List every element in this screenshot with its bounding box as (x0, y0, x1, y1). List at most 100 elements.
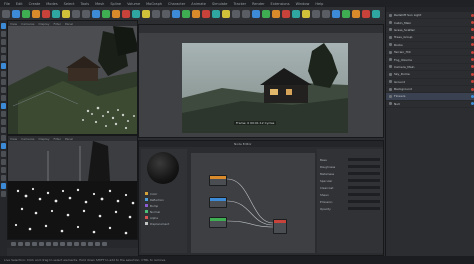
mode-tool-icon[interactable] (1, 167, 6, 173)
mode-tool-icon[interactable] (1, 79, 6, 85)
toolbar-tool-icon[interactable] (172, 9, 180, 18)
menu-item[interactable]: Animate (191, 2, 206, 6)
menu-item[interactable]: MoGraph (146, 2, 162, 6)
toolbar-tool-icon[interactable] (332, 9, 340, 18)
mode-tool-icon[interactable] (1, 47, 6, 53)
mode-tool-icon[interactable] (1, 143, 6, 149)
toolbar-tool-icon[interactable] (122, 9, 130, 18)
material-channel[interactable]: Alpha (145, 215, 183, 220)
mode-tool-icon[interactable] (1, 151, 6, 157)
menu-item[interactable]: Modes (46, 2, 57, 6)
toolbar-tool-icon[interactable] (112, 9, 120, 18)
playback-button[interactable] (88, 242, 93, 246)
menu-item[interactable]: Extensions (271, 2, 290, 6)
attribute-row[interactable]: Specular (320, 178, 380, 183)
object-row[interactable]: Rocks (386, 42, 474, 49)
mode-tool-icon[interactable] (1, 39, 6, 45)
toolbar-tool-icon[interactable] (142, 9, 150, 18)
toolbar-tool-icon[interactable] (272, 9, 280, 18)
attribute-row[interactable]: Emission (320, 199, 380, 204)
attribute-field[interactable] (348, 185, 380, 190)
playback-button[interactable] (11, 242, 16, 246)
toolbar-tool-icon[interactable] (192, 9, 200, 18)
toolbar-tool-icon[interactable] (282, 9, 290, 18)
toolbar-tool-icon[interactable] (372, 9, 380, 18)
attribute-row[interactable]: Roughness (320, 164, 380, 169)
playback-button[interactable] (25, 242, 30, 246)
texture-node[interactable] (209, 175, 227, 186)
mode-tool-icon[interactable] (1, 71, 6, 77)
toolbar-tool-icon[interactable] (292, 9, 300, 18)
material-output-node[interactable] (273, 219, 287, 234)
mode-tool-icon[interactable] (1, 23, 6, 29)
toolbar-tool-icon[interactable] (242, 9, 250, 18)
object-row[interactable]: Grass_Scatter (386, 27, 474, 35)
object-row[interactable]: Terrain_Hill (386, 49, 474, 57)
toolbar-tool-icon[interactable] (32, 9, 40, 18)
object-row[interactable]: Redshift Sun Light (386, 12, 474, 20)
texture-node[interactable] (209, 217, 227, 228)
toolbar-tool-icon[interactable] (52, 9, 60, 18)
render-viewer[interactable]: Frame: 0 00:01:12 Cycles (138, 24, 384, 138)
texture-node[interactable] (209, 197, 227, 208)
attribute-field[interactable] (348, 157, 380, 162)
material-channel[interactable]: Displacement (145, 221, 183, 226)
attribute-row[interactable]: Base (320, 157, 380, 162)
mode-tool-icon[interactable] (1, 63, 6, 69)
toolbar-tool-icon[interactable] (252, 9, 260, 18)
object-row[interactable]: Camera_Main (386, 64, 474, 72)
toolbar-tool-icon[interactable] (302, 9, 310, 18)
menu-item[interactable]: Tracker (233, 2, 246, 6)
menu-item[interactable]: Select (64, 2, 75, 6)
playback-button[interactable] (18, 242, 23, 246)
attribute-field[interactable] (348, 206, 380, 211)
mode-tool-icon[interactable] (1, 111, 6, 117)
node-editor[interactable]: Node Editor Color Reflection Bump Normal Alp… (138, 140, 384, 256)
playback-button[interactable] (46, 242, 51, 246)
toolbar-tool-icon[interactable] (262, 9, 270, 18)
toolbar-tool-icon[interactable] (2, 9, 10, 18)
menu-item[interactable]: Mesh (95, 2, 104, 6)
attribute-field[interactable] (348, 164, 380, 169)
mode-tool-icon[interactable] (1, 119, 6, 125)
toolbar-tool-icon[interactable] (62, 9, 70, 18)
material-channel[interactable]: Reflection (145, 197, 183, 202)
attribute-field[interactable] (348, 199, 380, 204)
attribute-row[interactable]: Metalness (320, 171, 380, 176)
attribute-row[interactable]: Opacity (320, 206, 380, 211)
toolbar-tool-icon[interactable] (42, 9, 50, 18)
toolbar-tool-icon[interactable] (362, 9, 370, 18)
menu-item[interactable]: File (4, 2, 10, 6)
attribute-row[interactable]: Sheen (320, 192, 380, 197)
playback-button[interactable] (32, 242, 37, 246)
toolbar-tool-icon[interactable] (102, 9, 110, 18)
mode-tool-icon[interactable] (1, 55, 6, 61)
playback-button[interactable] (39, 242, 44, 246)
playback-button[interactable] (81, 242, 86, 246)
toolbar-tool-icon[interactable] (92, 9, 100, 18)
mode-tool-icon[interactable] (1, 191, 6, 197)
toolbar-tool-icon[interactable] (72, 9, 80, 18)
menu-item[interactable]: Window (296, 2, 310, 6)
menu-item[interactable]: Tools (80, 2, 89, 6)
mode-tool-icon[interactable] (1, 127, 6, 133)
object-row[interactable]: Null (386, 101, 474, 109)
playback-button[interactable] (60, 242, 65, 246)
toolbar-tool-icon[interactable] (182, 9, 190, 18)
object-row[interactable]: Fog_Volume (386, 56, 474, 64)
mode-tool-icon[interactable] (1, 95, 6, 101)
playback-button[interactable] (53, 242, 58, 246)
material-channel[interactable]: Normal (145, 209, 183, 214)
toolbar-tool-icon[interactable] (12, 9, 20, 18)
toolbar-tool-icon[interactable] (212, 9, 220, 18)
toolbar-tool-icon[interactable] (352, 9, 360, 18)
viewport-front[interactable]: View Cameras Display Filter Panel (7, 135, 138, 240)
toolbar-tool-icon[interactable] (222, 9, 230, 18)
menu-item[interactable]: Spline (110, 2, 121, 6)
object-row[interactable]: Cabin_Main (386, 19, 474, 27)
toolbar-tool-icon[interactable] (322, 9, 330, 18)
object-row[interactable]: Trees_Group (386, 34, 474, 42)
attribute-field[interactable] (348, 178, 380, 183)
mode-tool-icon[interactable] (1, 135, 6, 141)
material-channel[interactable]: Color (145, 191, 183, 196)
